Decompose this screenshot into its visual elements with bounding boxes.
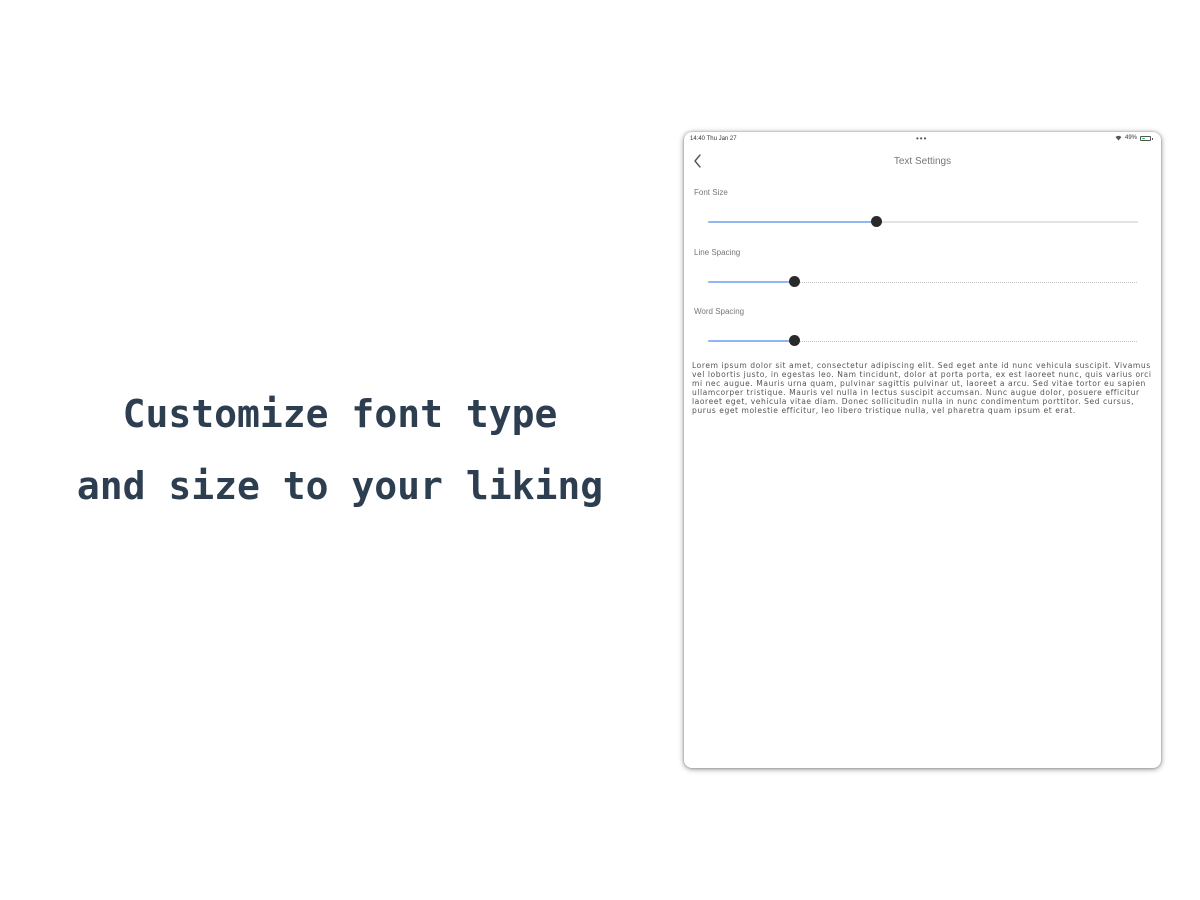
preview-text: Lorem ipsum dolor sit amet, consectetur … — [692, 361, 1152, 415]
font-size-slider[interactable] — [708, 216, 1138, 228]
line-spacing-slider[interactable] — [708, 276, 1138, 288]
word-spacing-label: Word Spacing — [694, 307, 745, 316]
line-spacing-label: Line Spacing — [694, 248, 741, 257]
battery-level — [1142, 137, 1145, 139]
page-title: Text Settings — [893, 156, 952, 167]
slider-thumb[interactable] — [871, 216, 882, 227]
promo-line-2: and size to your liking — [76, 464, 604, 508]
wifi-icon — [1115, 135, 1122, 141]
word-spacing-slider[interactable] — [708, 335, 1138, 347]
battery-icon — [1140, 135, 1153, 141]
promo-headline: Customize font type and size to your lik… — [40, 378, 640, 522]
status-bar: 14:40 Thu Jan 27 ••• 49% — [684, 132, 1161, 146]
slider-fill — [708, 340, 794, 342]
navigation-bar: Text Settings — [684, 150, 1161, 174]
slider-thumb[interactable] — [789, 335, 800, 346]
app-store-screenshot: Customize font type and size to your lik… — [0, 0, 1200, 900]
slider-fill — [708, 221, 876, 223]
status-time: 14:40 Thu Jan 27 — [690, 136, 737, 142]
status-indicators: 49% — [1115, 135, 1153, 141]
battery-percent: 49% — [1124, 135, 1137, 141]
font-size-label: Font Size — [694, 188, 728, 197]
slider-fill — [708, 281, 794, 283]
promo-line-1: Customize font type — [122, 392, 558, 436]
slider-thumb[interactable] — [789, 276, 800, 287]
multitasking-dots-icon[interactable]: ••• — [916, 134, 927, 143]
tablet-device-frame: 14:40 Thu Jan 27 ••• 49% Text Settings F… — [684, 132, 1161, 768]
